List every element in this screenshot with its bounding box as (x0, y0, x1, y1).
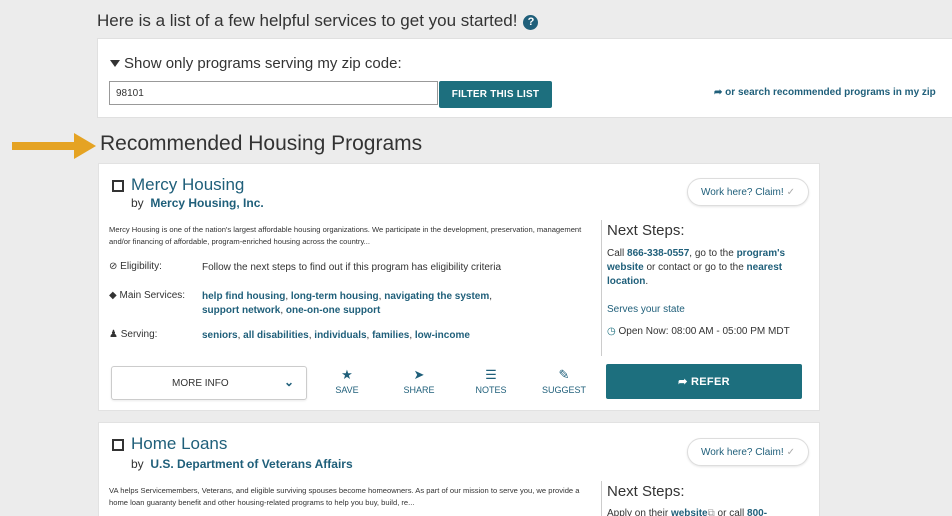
external-link-icon: ⧉ (707, 508, 715, 516)
next-call-text: Call (607, 248, 625, 259)
more-info-label: MORE INFO (172, 378, 229, 389)
column-divider (601, 220, 602, 356)
next-steps-title: Next Steps: (607, 483, 685, 500)
suggest-label: SUGGEST (541, 385, 586, 395)
open-hours: ◷ Open Now: 08:00 AM - 05:00 PM MDT (607, 325, 813, 339)
serving-tag[interactable]: families (372, 330, 409, 341)
program-org-line: by U.S. Department of Veterans Affairs (131, 457, 353, 471)
program-select-checkbox[interactable] (112, 439, 124, 451)
claim-button[interactable]: Work here? Claim! ✓ (687, 438, 809, 466)
serving-tag[interactable]: all disabilities (243, 330, 309, 341)
filter-label: Show only programs serving my zip code: (110, 55, 402, 72)
filter-list-button[interactable]: FILTER THIS LIST (439, 81, 552, 108)
services-label-text: Main Services: (119, 290, 186, 301)
notes-action[interactable]: ☰ NOTES (463, 367, 519, 395)
share-action[interactable]: ➤ SHARE (391, 367, 447, 395)
next-call-text: or call (717, 508, 745, 516)
star-icon: ★ (341, 367, 353, 382)
chevron-down-icon: ⌄ (284, 375, 295, 389)
paper-plane-icon: ➤ (413, 367, 425, 382)
by-prefix: by (131, 457, 144, 471)
program-title[interactable]: Home Loans (131, 434, 227, 454)
program-description: Mercy Housing is one of the nation's lar… (109, 225, 582, 246)
program-card: Mercy Housing by Mercy Housing, Inc. Wor… (98, 163, 820, 411)
filter-label-text: Show only programs serving my zip code: (124, 55, 402, 72)
clock-icon: ◷ (607, 326, 616, 337)
phone-link[interactable]: 866-338-0557 (627, 248, 689, 259)
suggest-action[interactable]: ✎ SUGGEST (536, 367, 592, 395)
eligibility-value: Follow the next steps to find out if thi… (202, 262, 502, 273)
next-period: . (645, 276, 649, 287)
pointer-arrow-icon (12, 133, 96, 159)
next-goto-text: , go to the (689, 248, 734, 259)
search-link-text: or search recommended programs in my zip (725, 87, 936, 98)
ban-icon: ⊘ (109, 261, 118, 272)
eligibility-label: ⊘ Eligibility: (109, 261, 162, 272)
program-select-checkbox[interactable] (112, 180, 124, 192)
serving-tag[interactable]: individuals (314, 330, 366, 341)
claim-label: Work here? Claim! (700, 446, 784, 458)
next-steps-text: Call 866-338-0557, go to the program's w… (607, 247, 813, 289)
serving-list: seniors, all disabilities, individuals, … (202, 330, 470, 341)
next-apply-text: Apply on their (607, 508, 669, 516)
refer-label: REFER (691, 376, 730, 388)
by-prefix: by (131, 196, 144, 210)
save-label: SAVE (335, 385, 359, 395)
phone-link[interactable]: 800- (747, 508, 767, 516)
tag-icon: ◆ (109, 290, 117, 301)
column-divider (601, 481, 602, 516)
next-steps-title: Next Steps: (607, 222, 685, 239)
pencil-icon: ✎ (558, 367, 570, 382)
program-title[interactable]: Mercy Housing (131, 175, 244, 195)
check-icon: ✓ (786, 446, 795, 458)
filter-funnel-icon (110, 60, 120, 67)
notes-label: NOTES (475, 385, 507, 395)
search-recommended-link[interactable]: ➦ or search recommended programs in my z… (714, 87, 936, 98)
refer-button[interactable]: ➦ REFER (606, 364, 802, 399)
services-list: help find housing, long-term housing, na… (202, 291, 493, 316)
next-contact-text: or contact or go to the (646, 262, 744, 273)
program-description: VA helps Servicemembers, Veterans, and e… (109, 486, 580, 507)
service-tag[interactable]: one-on-one support (286, 305, 380, 316)
serving-label: ♟ Serving: (109, 329, 157, 340)
service-tag[interactable]: support network (202, 305, 280, 316)
list-icon: ☰ (485, 367, 497, 382)
serving-tag[interactable]: low-income (415, 330, 470, 341)
eligibility-label-text: Eligibility: (120, 261, 162, 272)
hours-text: Open Now: 08:00 AM - 05:00 PM MDT (618, 326, 790, 337)
filter-panel: Show only programs serving my zip code: … (97, 38, 952, 118)
section-title: Recommended Housing Programs (100, 132, 423, 155)
more-info-button[interactable]: MORE INFO ⌄ (111, 366, 307, 400)
next-steps-text: Apply on their website⧉ or call 800- (607, 507, 813, 516)
share-label: SHARE (403, 385, 435, 395)
service-tag[interactable]: help find housing (202, 291, 285, 302)
services-label: ◆ Main Services: (109, 290, 185, 301)
check-icon: ✓ (786, 186, 795, 198)
service-tag[interactable]: navigating the system (384, 291, 489, 302)
claim-button[interactable]: Work here? Claim! ✓ (687, 178, 809, 206)
intro-label: Here is a list of a few helpful services… (97, 11, 518, 30)
program-org-link[interactable]: U.S. Department of Veterans Affairs (150, 457, 352, 471)
help-icon[interactable]: ? (523, 15, 539, 30)
share-arrow-icon: ➦ (714, 87, 723, 98)
program-card: Home Loans by U.S. Department of Veteran… (98, 422, 820, 516)
zip-code-input[interactable] (109, 81, 438, 105)
program-org-line: by Mercy Housing, Inc. (131, 196, 264, 210)
serving-label-text: Serving: (120, 329, 158, 340)
claim-label: Work here? Claim! (700, 186, 784, 198)
share-arrow-icon: ➦ (678, 376, 688, 388)
intro-text: Here is a list of a few helpful services… (97, 11, 539, 31)
serving-tag[interactable]: seniors (202, 330, 238, 341)
person-icon: ♟ (109, 329, 118, 340)
website-link[interactable]: website (671, 508, 708, 516)
program-org-link[interactable]: Mercy Housing, Inc. (150, 196, 263, 210)
service-tag[interactable]: long-term housing (291, 291, 379, 302)
serves-state: Serves your state (607, 304, 685, 315)
save-action[interactable]: ★ SAVE (319, 367, 375, 395)
